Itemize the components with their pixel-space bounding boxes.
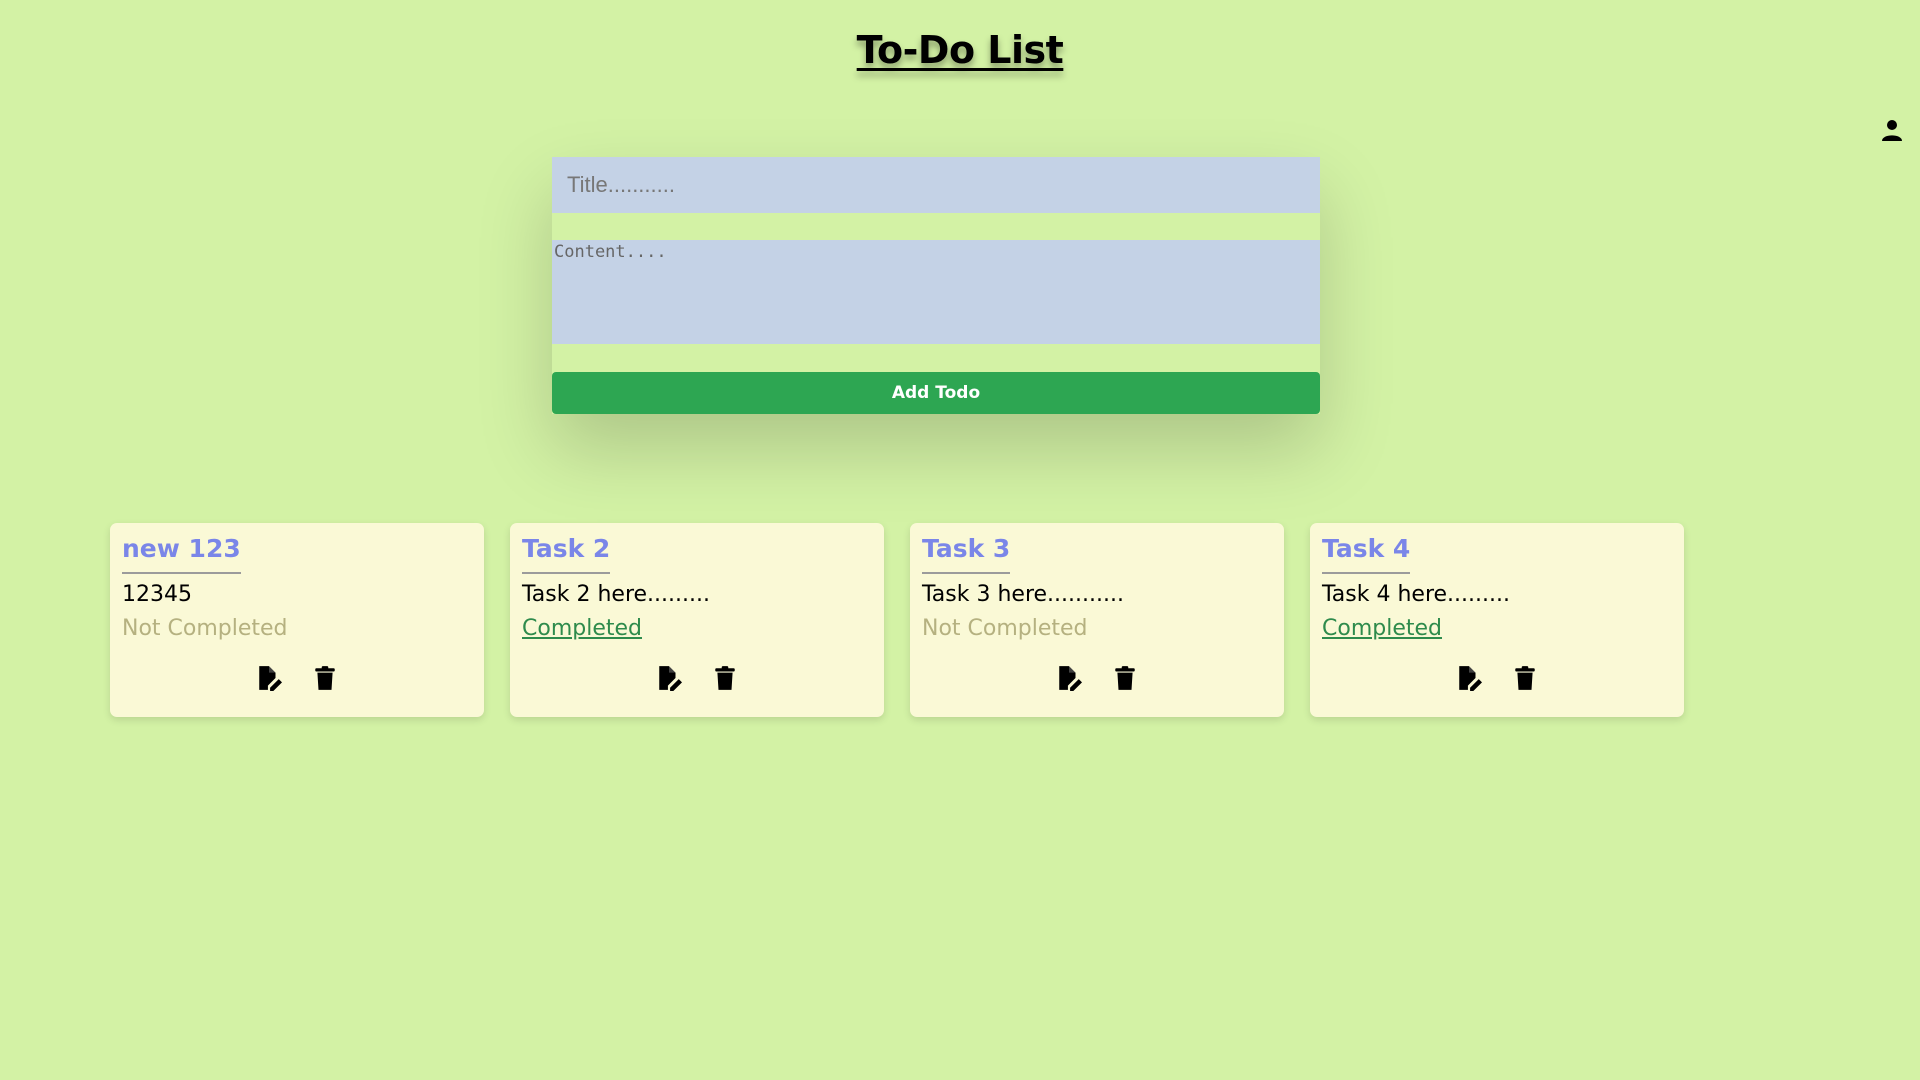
- todo-actions: [110, 665, 484, 691]
- todo-actions: [1310, 665, 1684, 691]
- trash-icon[interactable]: [1112, 665, 1138, 691]
- user-icon[interactable]: [1880, 118, 1904, 142]
- edit-icon[interactable]: [1456, 665, 1482, 691]
- trash-icon[interactable]: [712, 665, 738, 691]
- todo-actions: [910, 665, 1284, 691]
- trash-icon[interactable]: [1512, 665, 1538, 691]
- todo-status[interactable]: Not Completed: [122, 616, 288, 642]
- edit-icon[interactable]: [256, 665, 282, 691]
- edit-icon[interactable]: [656, 665, 682, 691]
- todo-actions: [510, 665, 884, 691]
- trash-icon[interactable]: [312, 665, 338, 691]
- todo-content: 12345: [122, 581, 192, 607]
- todo-content: Task 4 here.........: [1322, 581, 1510, 607]
- todo-status[interactable]: Completed: [522, 616, 642, 642]
- add-todo-button[interactable]: Add Todo: [552, 372, 1320, 414]
- edit-icon[interactable]: [1056, 665, 1082, 691]
- todo-list: new 123 12345 Not Completed Task 2 Task …: [110, 523, 1684, 717]
- page-title: To-Do List: [856, 28, 1064, 72]
- todo-content: Task 2 here.........: [522, 581, 710, 607]
- content-input[interactable]: [552, 240, 1320, 344]
- todo-status[interactable]: Not Completed: [922, 616, 1088, 642]
- todo-title: Task 3: [922, 533, 1011, 574]
- todo-card: Task 4 Task 4 here......... Completed: [1310, 523, 1684, 717]
- todo-card: new 123 12345 Not Completed: [110, 523, 484, 717]
- title-input[interactable]: [552, 157, 1320, 213]
- todo-title: Task 2: [522, 533, 611, 574]
- todo-content: Task 3 here...........: [922, 581, 1124, 607]
- add-todo-form: Add Todo: [552, 157, 1320, 414]
- todo-status[interactable]: Completed: [1322, 616, 1442, 642]
- todo-card: Task 3 Task 3 here........... Not Comple…: [910, 523, 1284, 717]
- page: To-Do List Add Todo new 123 12345 Not Co…: [0, 0, 1920, 1080]
- todo-card: Task 2 Task 2 here......... Completed: [510, 523, 884, 717]
- todo-title: new 123: [122, 533, 241, 574]
- todo-title: Task 4: [1322, 533, 1411, 574]
